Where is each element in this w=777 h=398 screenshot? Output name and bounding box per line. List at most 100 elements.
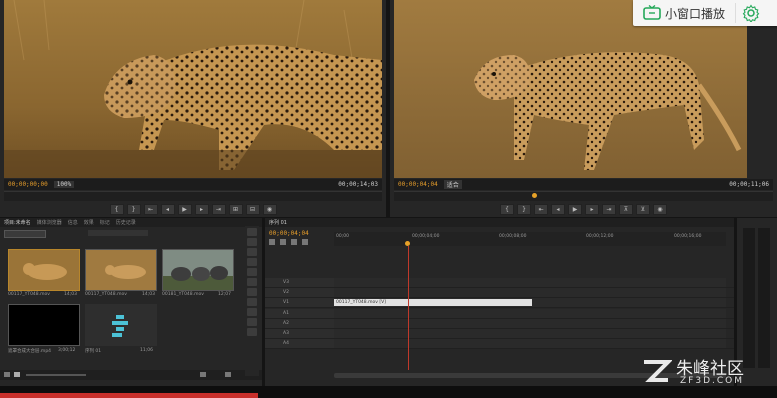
badge-divider <box>735 3 737 23</box>
video-progress-bar[interactable] <box>0 393 258 398</box>
go-to-out-button[interactable]: ⇥ <box>602 204 616 215</box>
track-label: V2 <box>283 290 289 295</box>
mark-out-button[interactable]: } <box>126 204 141 215</box>
program-timecode-current[interactable]: 00;00;04;04 <box>398 181 438 188</box>
project-search-field[interactable] <box>4 230 46 238</box>
program-timecode-bar: 00;00;04;04 适合 00;00;11;06 <box>394 179 773 190</box>
program-monitor: 00;00;04;04 适合 00;00;11;06 { } ⇤ ◂ ▶ ▸ ⇥… <box>390 0 777 217</box>
source-monitor: 00;00;00;00 100% 00;00;14;03 { } ⇤ ◂ ▶ ▸… <box>0 0 386 217</box>
program-video-frame[interactable] <box>394 0 747 178</box>
track-content[interactable] <box>334 319 726 328</box>
rolling-edit-tool-icon[interactable] <box>247 258 257 266</box>
floating-window-badge[interactable]: 小窗口播放 <box>633 0 777 26</box>
slide-tool-icon[interactable] <box>247 298 257 306</box>
track-header[interactable]: V2 <box>265 288 334 297</box>
sequence-icon <box>112 315 128 337</box>
step-forward-button[interactable]: ▸ <box>585 204 599 215</box>
lift-button[interactable]: ⊼ <box>619 204 633 215</box>
linked-selection-icon[interactable] <box>280 239 286 245</box>
project-item-thumbnail[interactable] <box>8 304 80 346</box>
delete-icon[interactable] <box>225 372 231 377</box>
settings-wrench-icon[interactable] <box>302 239 308 245</box>
track-select-tool-icon[interactable] <box>247 238 257 246</box>
razor-tool-icon[interactable] <box>247 278 257 286</box>
slip-tool-icon[interactable] <box>247 288 257 296</box>
tab-history[interactable]: 历史记录 <box>116 219 136 226</box>
project-item-duration: 3;00;12 <box>58 348 76 353</box>
meter-bar-left <box>743 228 755 368</box>
tab-media-browser[interactable]: 媒体浏览器 <box>37 219 62 226</box>
ripple-edit-tool-icon[interactable] <box>247 248 257 256</box>
track-content[interactable] <box>334 309 726 318</box>
project-item-thumbnail[interactable] <box>162 249 234 291</box>
source-fit-select[interactable]: 100% <box>53 181 75 188</box>
new-item-icon[interactable] <box>200 372 206 377</box>
source-video-frame[interactable] <box>4 0 382 178</box>
project-item-name: 序列 01 <box>85 349 102 354</box>
tab-effects[interactable]: 效果 <box>84 219 94 226</box>
insert-button[interactable]: ⊞ <box>228 204 243 215</box>
track-label: A4 <box>283 341 289 346</box>
add-marker-icon[interactable] <box>291 239 297 245</box>
track-row: A1 <box>265 309 734 319</box>
step-forward-button[interactable]: ▸ <box>194 204 209 215</box>
go-to-out-button[interactable]: ⇥ <box>211 204 226 215</box>
timeline-timecode[interactable]: 00;00;04;04 <box>269 230 309 237</box>
track-content[interactable] <box>334 329 726 338</box>
project-tabs: 项目:未命名 媒体浏览器 信息 效果 标记 历史记录 <box>0 218 262 227</box>
sequence-thumbnail[interactable] <box>85 304 157 346</box>
timeline-ruler[interactable]: 00;00 00;00;04;00 00;00;08;00 00;00;12;0… <box>334 232 726 246</box>
mark-out-button[interactable]: } <box>517 204 531 215</box>
mark-in-button[interactable]: { <box>500 204 514 215</box>
selection-tool-icon[interactable] <box>247 228 257 236</box>
source-timecode-current[interactable]: 00;00;00;00 <box>8 181 48 188</box>
timeline-playhead-line <box>408 246 409 370</box>
hand-tool-icon[interactable] <box>247 318 257 326</box>
pen-tool-icon[interactable] <box>247 308 257 316</box>
step-back-button[interactable]: ◂ <box>160 204 175 215</box>
zoom-tool-icon[interactable] <box>247 328 257 336</box>
export-frame-button[interactable]: ◉ <box>262 204 277 215</box>
track-header[interactable]: V3 <box>265 278 334 287</box>
go-to-in-button[interactable]: ⇤ <box>143 204 158 215</box>
project-filter-select[interactable] <box>88 230 148 236</box>
snap-icon[interactable] <box>269 239 275 245</box>
go-to-in-button[interactable]: ⇤ <box>534 204 548 215</box>
track-header[interactable]: V1 <box>265 298 334 307</box>
project-item-duration: 14;03 <box>64 292 77 297</box>
program-fit-select[interactable]: 适合 <box>443 180 462 189</box>
program-time-ruler[interactable] <box>394 191 773 201</box>
track-content[interactable] <box>334 339 726 348</box>
list-view-icon[interactable] <box>4 372 10 377</box>
project-item-duration: 12;07 <box>218 292 231 297</box>
video-clip[interactable]: 00117_YT048.mov [V] <box>334 299 532 306</box>
program-transport-controls: { } ⇤ ◂ ▶ ▸ ⇥ ⊼ ⊻ ◉ <box>390 204 777 216</box>
track-header[interactable]: A3 <box>265 329 334 338</box>
mark-in-button[interactable]: { <box>109 204 124 215</box>
track-header[interactable]: A4 <box>265 339 334 348</box>
track-content[interactable]: 00117_YT048.mov [V] <box>334 298 726 307</box>
tab-sequence[interactable]: 序列 01 <box>269 219 287 226</box>
rate-stretch-tool-icon[interactable] <box>247 268 257 276</box>
track-content[interactable] <box>334 288 726 297</box>
program-playhead[interactable] <box>532 193 537 198</box>
track-header[interactable]: A2 <box>265 319 334 328</box>
tab-markers[interactable]: 标记 <box>100 219 110 226</box>
tab-project[interactable]: 项目:未命名 <box>4 219 31 226</box>
play-button[interactable]: ▶ <box>177 204 192 215</box>
play-button[interactable]: ▶ <box>568 204 582 215</box>
extract-button[interactable]: ⊻ <box>636 204 650 215</box>
zoom-slider[interactable] <box>26 374 86 376</box>
step-back-button[interactable]: ◂ <box>551 204 565 215</box>
project-item-thumbnail[interactable] <box>85 249 157 291</box>
icon-view-icon[interactable] <box>14 372 20 377</box>
project-item-duration: 11;06 <box>140 348 153 353</box>
project-item-thumbnail[interactable] <box>8 249 80 291</box>
overwrite-button[interactable]: ⊟ <box>245 204 260 215</box>
export-frame-button[interactable]: ◉ <box>653 204 667 215</box>
source-time-ruler[interactable] <box>4 191 382 201</box>
tab-info[interactable]: 信息 <box>68 219 78 226</box>
track-header[interactable]: A1 <box>265 309 334 318</box>
gear-icon[interactable] <box>742 4 760 22</box>
track-content[interactable] <box>334 278 726 287</box>
